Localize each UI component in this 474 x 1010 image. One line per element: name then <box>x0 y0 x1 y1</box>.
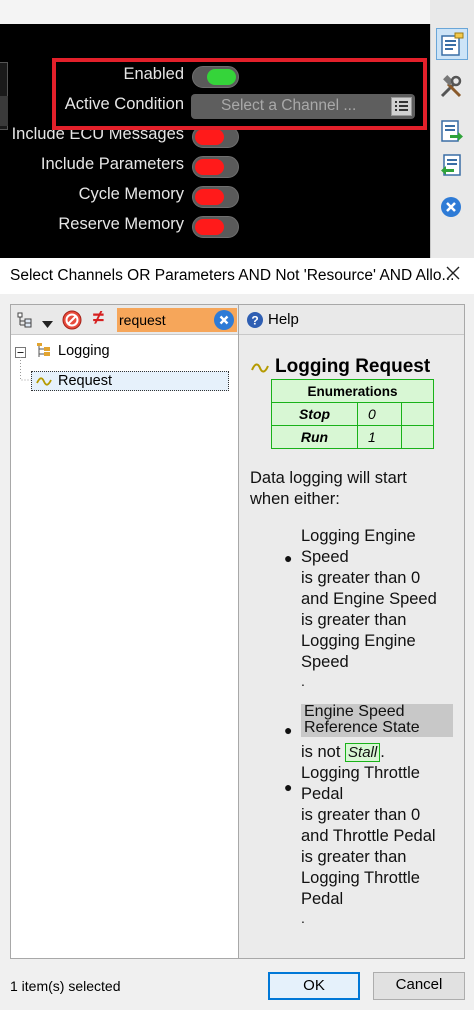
row-include-parameters: Include Parameters <box>0 151 430 181</box>
tools-button[interactable] <box>436 72 468 104</box>
chevron-down-icon[interactable] <box>42 316 53 334</box>
tree-node-request-label: Request <box>58 373 113 389</box>
clear-search-icon[interactable] <box>214 310 234 330</box>
tree-node-logging[interactable]: Logging <box>58 343 110 359</box>
import-button[interactable] <box>436 150 468 182</box>
cancel-button[interactable]: Cancel <box>373 972 465 1000</box>
not-equal-icon[interactable]: ≠ <box>93 307 104 330</box>
bullet: ● <box>284 779 293 795</box>
remove-button[interactable] <box>436 192 468 224</box>
search-input[interactable] <box>119 310 211 330</box>
channel-wave-icon <box>36 377 52 386</box>
panel-top-strip <box>0 0 430 24</box>
property-panel: Enabled Active Condition Select a Channe… <box>0 0 474 258</box>
tree-pane: ≠ Logging <box>10 304 239 959</box>
reserve-memory-toggle[interactable] <box>192 216 239 238</box>
enum-value: 1 <box>357 425 402 449</box>
table-row: Stop 0 <box>271 402 434 426</box>
reference-state-box: Engine Speed Reference State <box>301 704 453 737</box>
ok-button[interactable]: OK <box>268 972 360 1000</box>
export-icon <box>441 120 463 142</box>
help-icon[interactable]: ? <box>246 311 264 334</box>
toggle-knob <box>195 189 224 205</box>
cycle-memory-toggle[interactable] <box>192 186 239 208</box>
export-button[interactable] <box>436 116 468 148</box>
cancel-circle-icon <box>441 197 461 217</box>
dialog-title-bar: Select Channels OR Parameters AND Not 'R… <box>0 258 474 294</box>
table-row: Run 1 <box>271 425 434 449</box>
channel-wave-icon <box>251 363 269 373</box>
side-toolbar <box>430 24 474 258</box>
help-intro: Data logging will start when either: <box>250 469 407 508</box>
dialog-title: Select Channels OR Parameters AND Not 'R… <box>10 267 455 284</box>
bullet: ● <box>284 722 293 738</box>
help-heading: Logging Request <box>275 356 431 377</box>
edit-document-icon <box>441 32 464 56</box>
enumerations-table: Enumerations Stop 0 Run 1 <box>271 379 434 449</box>
condition-3: Logging Throttle Pedal is greater than 0… <box>301 764 436 926</box>
condition-1: Logging Engine Speed is greater than 0 a… <box>301 527 437 689</box>
tree-view-icon[interactable] <box>17 311 35 334</box>
help-toolbar: ? Help <box>239 305 464 335</box>
highlight-annotation <box>52 58 427 130</box>
enum-label: Stop <box>271 402 358 426</box>
toggle-knob <box>195 219 224 235</box>
enum-value: 0 <box>357 402 402 426</box>
help-pane: ? Help Logging Request Enumerations Stop… <box>239 304 465 959</box>
logging-group-icon <box>37 343 53 364</box>
import-icon <box>441 154 461 176</box>
enum-label: Run <box>271 425 358 449</box>
selection-status: 1 item(s) selected <box>10 978 121 994</box>
app-root: Enabled Active Condition Select a Channe… <box>0 0 474 1010</box>
svg-text:?: ? <box>251 314 258 328</box>
tree-toolbar: ≠ <box>11 305 238 335</box>
toggle-knob <box>195 129 224 145</box>
cycle-memory-label: Cycle Memory <box>78 185 184 203</box>
edit-properties-button[interactable] <box>436 28 468 60</box>
toggle-knob <box>195 159 224 175</box>
search-field <box>117 308 237 332</box>
row-cycle-memory: Cycle Memory <box>0 181 430 211</box>
stall-tag: Stall <box>345 743 381 762</box>
wrench-hammer-icon <box>440 75 462 98</box>
tree-node-request[interactable]: Request <box>31 371 229 391</box>
no-filter-icon[interactable] <box>61 309 83 336</box>
reserve-memory-label: Reserve Memory <box>58 215 184 233</box>
dialog-body: ≠ Logging <box>0 294 474 1010</box>
include-parameters-toggle[interactable] <box>192 156 239 178</box>
help-button[interactable]: Help <box>268 311 299 328</box>
close-icon[interactable] <box>442 264 464 286</box>
include-parameters-label: Include Parameters <box>40 155 184 173</box>
condition-2: is not Stall. <box>301 743 385 762</box>
bullet: ● <box>284 550 293 566</box>
enum-header: Enumerations <box>271 379 434 403</box>
row-reserve-memory: Reserve Memory <box>0 211 430 241</box>
